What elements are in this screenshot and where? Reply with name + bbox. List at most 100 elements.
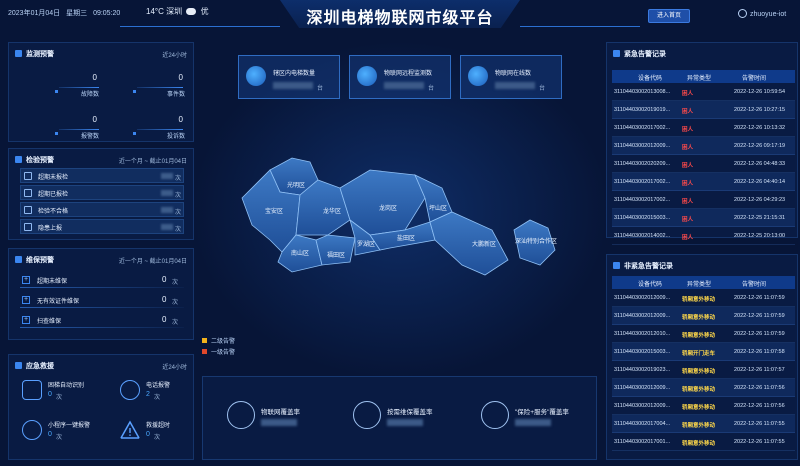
emergency-value: 0 — [48, 431, 52, 438]
weather: 14°C 深圳 优 — [146, 6, 209, 17]
table-row[interactable]: 31104403002017002... 困人 2022-12-26 04:29:2… — [612, 191, 795, 209]
emergency-item[interactable]: 电话报警 2 次 — [120, 378, 202, 404]
cell-type: 轿厢意外移动 — [682, 405, 716, 411]
table-row[interactable]: 31104403002012009... 轿厢意外移动 2022-12-26 11:… — [612, 307, 795, 325]
inspection-row[interactable]: 超期未报检 次 — [20, 168, 184, 183]
table-row[interactable]: 31104403002014002... 困人 2022-12-25 20:13:0… — [612, 227, 795, 245]
cell-time: 2022-12-26 10:13:32 — [734, 125, 786, 131]
card-label: 物联网远程监测数 — [384, 71, 433, 77]
map-label-baoan: 宝安区 — [265, 207, 283, 215]
emergency-alarm-table: 设备代码 异常类型 告警时间 31104403002013008... 困人 202… — [612, 70, 795, 245]
plus-icon: + — [22, 316, 30, 324]
inspection-row[interactable]: 检验不合格 次 — [20, 202, 184, 217]
stat-line — [137, 129, 183, 130]
maintenance-row[interactable]: + 无有效证件维保 0 次 — [20, 294, 184, 308]
maintenance-label: 扫查维保 — [37, 319, 62, 325]
username: zhuoyue-iot — [750, 11, 787, 18]
stat-dot — [55, 132, 58, 135]
emergency-label: 救援超时 — [146, 423, 171, 429]
phone-icon — [120, 380, 140, 400]
table-row[interactable]: 31104403002017004... 轿厢意外移动 2022-12-26 11:… — [612, 415, 795, 433]
stat-line — [137, 87, 183, 88]
table-row[interactable]: 31104403002015003... 轿厢开门走车 2022-12-26 11:… — [612, 343, 795, 361]
calendar-icon — [24, 172, 32, 180]
person-scan-icon — [22, 380, 42, 400]
table-row[interactable]: 31104403002017002... 困人 2022-12-26 04:40:1… — [612, 173, 795, 191]
table-row[interactable]: 31104403002020209... 困人 2022-12-26 04:48:3… — [612, 155, 795, 173]
cell-time: 2022-12-26 11:07:59 — [734, 313, 785, 319]
cell-type: 轿厢意外移动 — [682, 315, 716, 321]
unit: 次 — [175, 227, 182, 233]
monitor-range: 近24小时 — [162, 53, 187, 59]
coverage-item[interactable]: 按需维保覆盖率 — [353, 401, 473, 435]
page-title: 深圳电梯物联网市级平台 — [306, 10, 494, 27]
calendar-icon — [15, 256, 22, 263]
coverage-item[interactable]: "保险+服务"覆盖率 — [481, 401, 601, 435]
bar-chart-icon — [15, 156, 22, 163]
user-menu[interactable]: zhuoyue-iot — [738, 9, 786, 18]
stat-line — [59, 87, 99, 88]
alarm-label: 报警数 — [81, 134, 100, 140]
maintenance-value: 0 — [162, 315, 167, 324]
inspection-row[interactable]: 超期已报检 次 — [20, 185, 184, 200]
table-row[interactable]: 31104403002019019... 困人 2022-12-26 10:27:1… — [612, 101, 795, 119]
cell-time: 2022-12-26 10:27:15 — [734, 107, 786, 113]
warning-icon — [24, 223, 32, 231]
redacted-value — [384, 82, 424, 89]
legend-swatch — [202, 338, 207, 343]
maintenance-row[interactable]: + 扫查维保 0 次 — [20, 314, 184, 328]
emergency-range: 近24小时 — [162, 365, 187, 371]
unit: 次 — [56, 395, 63, 401]
maintenance-title: 维保预警 — [15, 255, 54, 265]
table-row[interactable]: 31104403002019023... 轿厢意外移动 2022-12-26 11:… — [612, 361, 795, 379]
home-button[interactable]: 进入首页 — [648, 9, 690, 23]
district-dapeng[interactable] — [429, 211, 509, 276]
stat-dot — [55, 90, 58, 93]
map-label-pingshan: 坪山区 — [429, 204, 447, 212]
cell-type: 困人 — [682, 163, 694, 169]
table-row[interactable]: 31104403002012009... 困人 2022-12-26 09:17:1… — [612, 137, 795, 155]
cell-time: 2022-12-26 09:17:19 — [734, 143, 786, 149]
gauge-icon — [353, 401, 381, 429]
table-header: 设备代码 异常类型 告警时间 — [612, 70, 795, 83]
card-label: 辖区内电梯数量 — [273, 71, 316, 77]
district-futian[interactable] — [315, 234, 356, 266]
elevator-count-card[interactable]: 辖区内电梯数量 台 — [238, 55, 340, 99]
table-row[interactable]: 31104403002015003... 困人 2022-12-25 21:15:3… — [612, 209, 795, 227]
table-row[interactable]: 31104403002017002... 困人 2022-12-26 10:13:3… — [612, 119, 795, 137]
table-row[interactable]: 31104403002012009... 轿厢意外移动 2022-12-26 11:… — [612, 397, 795, 415]
iot-monitor-card[interactable]: 物联网远程监测数 台 — [349, 55, 451, 99]
cell-type: 轿厢意外移动 — [682, 423, 716, 429]
temperature: 14°C — [146, 7, 164, 16]
table-row[interactable]: 31104403002012009... 轿厢意外移动 2022-12-26 11:… — [612, 379, 795, 397]
iot-online-card[interactable]: 物联网在线数 台 — [460, 55, 562, 99]
emergency-item[interactable]: 救援超时 0 次 — [120, 418, 202, 444]
title-line-right — [520, 26, 640, 27]
unit: 台 — [539, 86, 546, 92]
emergency-item[interactable]: 困梯自动识别 0 次 — [22, 378, 104, 404]
cell-time: 2022-12-26 11:07:59 — [734, 331, 785, 337]
redacted-value — [161, 190, 173, 196]
cell-device-code: 31104403002012009... — [614, 385, 671, 391]
table-row[interactable]: 31104403002017001... 轿厢意外移动 2022-12-26 11:… — [612, 433, 795, 451]
table-row[interactable]: 31104403002013008... 困人 2022-12-26 10:59:5… — [612, 83, 795, 101]
cell-device-code: 31104403002017004... — [614, 421, 671, 427]
redacted-value — [273, 82, 313, 89]
coverage-item[interactable]: 物联网覆盖率 — [227, 401, 347, 435]
table-row[interactable]: 31104403002012010... 轿厢意外移动 2022-12-26 11:… — [612, 325, 795, 343]
plus-icon: + — [22, 276, 30, 284]
emergency-title: 应急救援 — [15, 361, 54, 371]
plus-icon: + — [22, 296, 30, 304]
city: 深圳 — [166, 7, 183, 16]
map-label-luohu: 罗湖区 — [357, 240, 375, 248]
table-row[interactable]: 31104403002012009... 轿厢意外移动 2022-12-26 11:… — [612, 289, 795, 307]
maintenance-row[interactable]: + 超期未维保 0 次 — [20, 274, 184, 288]
maintenance-label: 超期未维保 — [37, 279, 68, 285]
legend-level2: 二级告警 — [202, 336, 235, 345]
inspection-label: 隐患上报 — [38, 226, 63, 232]
cell-type: 轿厢开门走车 — [682, 351, 716, 357]
emergency-item[interactable]: 小程序一键报警 0 次 — [22, 418, 104, 444]
inspection-row[interactable]: 隐患上报 次 — [20, 219, 184, 234]
emergency-value: 0 — [146, 431, 150, 438]
globe-icon — [357, 66, 377, 86]
